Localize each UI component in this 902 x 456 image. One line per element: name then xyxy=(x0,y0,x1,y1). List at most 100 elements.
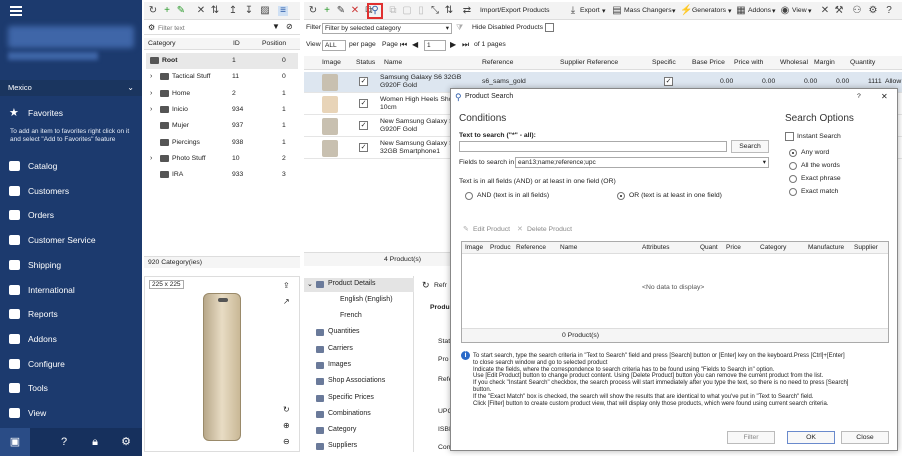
view-button[interactable]: View xyxy=(792,7,807,14)
generators-button[interactable]: Generators xyxy=(692,7,726,14)
move-up-icon[interactable]: ↥ xyxy=(228,6,238,16)
expand-arrow-icon[interactable]: › xyxy=(150,151,152,167)
col-price-with[interactable]: Price with xyxy=(734,59,763,66)
col-quantity[interactable]: Quantity xyxy=(850,59,875,66)
detail-item-french[interactable]: French xyxy=(340,312,362,319)
col-category[interactable]: Category xyxy=(148,40,176,47)
grid-col-name[interactable]: Name xyxy=(560,244,577,251)
status-checkbox[interactable]: ✓ xyxy=(359,99,368,108)
detail-item-carriers[interactable]: Carriers xyxy=(328,345,353,352)
image-icon[interactable]: ▨ xyxy=(260,6,270,16)
first-page-icon[interactable]: ⏮ xyxy=(400,40,407,50)
grid-col-image[interactable]: Image xyxy=(465,244,483,251)
rotate-icon[interactable]: ↻ xyxy=(283,405,290,414)
close-button[interactable]: Close xyxy=(841,431,889,444)
filter-icon[interactable]: ▼ xyxy=(272,22,280,31)
addons-button[interactable]: Addons xyxy=(748,7,771,14)
fields-to-search-select[interactable]: ean13;name;reference;upc ▾ xyxy=(515,157,769,168)
col-position[interactable]: Position xyxy=(262,40,286,47)
nav-item-customer-service[interactable]: Customer Service xyxy=(0,228,142,252)
upload-icon[interactable]: ⇪ xyxy=(283,281,290,290)
move-icon[interactable]: ⤡ xyxy=(430,6,440,16)
zoom-in-icon[interactable]: ⊕ xyxy=(283,421,290,430)
settings-gear-icon[interactable]: ⚙ xyxy=(120,436,132,448)
filter-clear-icon[interactable]: ⊘ xyxy=(286,22,293,31)
help-icon[interactable]: ? xyxy=(884,6,894,16)
delete-icon[interactable]: ✕ xyxy=(196,6,206,16)
refresh-icon[interactable]: ↻ xyxy=(422,280,430,291)
any-word-radio[interactable] xyxy=(789,149,797,157)
grid-col-attributes[interactable]: Attributes xyxy=(642,244,669,251)
delete-product-button[interactable]: Delete Product xyxy=(527,226,572,233)
paste-icon[interactable]: ▢ xyxy=(402,6,412,16)
and-radio[interactable] xyxy=(465,192,473,200)
delete-product-icon[interactable]: ✕ xyxy=(350,6,360,16)
instant-search-checkbox[interactable] xyxy=(785,132,794,141)
edit-icon[interactable]: ✎ xyxy=(176,6,186,16)
tools-icon[interactable]: ⚒ xyxy=(834,6,844,16)
nav-item-tools[interactable]: Tools xyxy=(0,376,142,400)
refresh-icon[interactable]: ↻ xyxy=(308,6,318,16)
duplicate-icon[interactable]: ⧉ xyxy=(388,6,398,16)
category-row[interactable]: Piercings 938 1 xyxy=(146,135,298,151)
move-down-icon[interactable]: ↧ xyxy=(244,6,254,16)
filter-settings-icon[interactable]: ⧩ xyxy=(456,23,463,33)
product-search-icon[interactable]: ⚲ xyxy=(370,6,380,16)
nav-item-view[interactable]: View xyxy=(0,401,142,425)
specific-checkbox[interactable]: ✓ xyxy=(664,77,673,86)
open-external-icon[interactable]: ↗ xyxy=(283,297,290,306)
category-row[interactable]: › Photo Stuff 10 2 xyxy=(146,151,298,167)
last-page-icon[interactable]: ⏭ xyxy=(462,40,469,50)
nav-item-addons[interactable]: Addons xyxy=(0,327,142,351)
filter-button[interactable]: Filter xyxy=(727,431,775,444)
add-product-icon[interactable]: + xyxy=(322,6,332,16)
nav-item-customers[interactable]: Customers xyxy=(0,179,142,203)
grid-col-produc[interactable]: Produc xyxy=(490,244,511,251)
close-tab-icon[interactable]: ✕ xyxy=(820,6,830,16)
import-export-button[interactable]: Import/Export Products xyxy=(480,7,550,14)
page-input[interactable]: 1 xyxy=(424,40,446,51)
nav-favorites[interactable]: ★ Favorites xyxy=(0,101,142,125)
nav-item-orders[interactable]: Orders xyxy=(0,203,142,227)
nav-item-reports[interactable]: Reports xyxy=(0,302,142,326)
collapse-arrow-icon[interactable]: ⌄ xyxy=(307,280,313,288)
ok-button[interactable]: OK xyxy=(787,431,835,444)
status-checkbox[interactable]: ✓ xyxy=(359,143,368,152)
hamburger-menu-icon[interactable] xyxy=(10,6,22,16)
grid-col-manufacture[interactable]: Manufacture xyxy=(808,244,844,251)
text-to-search-input[interactable] xyxy=(459,141,727,152)
all-words-radio[interactable] xyxy=(789,162,797,170)
category-row[interactable]: Root 1 0 xyxy=(146,53,298,69)
grid-col-category[interactable]: Category xyxy=(760,244,786,251)
or-radio[interactable] xyxy=(617,192,625,200)
col-supplier-reference[interactable]: Supplier Reference xyxy=(560,59,618,66)
col-specific[interactable]: Specific xyxy=(652,59,676,66)
detail-item-specific-prices[interactable]: Specific Prices xyxy=(328,394,374,401)
edit-product-button[interactable]: Edit Product xyxy=(473,226,510,233)
col-margin[interactable]: Margin xyxy=(814,59,835,66)
zoom-out-icon[interactable]: ⊖ xyxy=(283,437,290,446)
col-id[interactable]: ID xyxy=(233,40,240,47)
mass-changers-button[interactable]: Mass Changers xyxy=(624,7,672,14)
detail-item-quantities[interactable]: Quantities xyxy=(328,328,360,335)
col-name[interactable]: Name xyxy=(384,59,402,66)
nav-item-configure[interactable]: Configure xyxy=(0,352,142,376)
refresh-button[interactable]: Refr xyxy=(434,282,447,289)
category-row[interactable]: › Tactical Stuff 11 0 xyxy=(146,69,298,85)
col-status[interactable]: Status xyxy=(356,59,375,66)
dialog-close-icon[interactable]: ✕ xyxy=(881,92,888,101)
expand-arrow-icon[interactable]: › xyxy=(150,69,152,85)
detail-item-shop-associations[interactable]: Shop Associations xyxy=(328,377,385,384)
expand-arrow-icon[interactable]: › xyxy=(150,102,152,118)
category-filter-select[interactable]: Filter by selected category ▾ xyxy=(322,23,452,34)
settings-icon[interactable]: ⚙ xyxy=(868,6,878,16)
expand-arrow-icon[interactable]: › xyxy=(150,86,152,102)
exact-phrase-radio[interactable] xyxy=(789,175,797,183)
detail-item-suppliers[interactable]: Suppliers xyxy=(328,442,357,449)
category-row[interactable]: › Inicio 934 1 xyxy=(146,102,298,118)
edit-product-icon[interactable]: ✎ xyxy=(336,6,346,16)
store-home-button[interactable]: ▣ xyxy=(0,428,30,456)
grid-col-price[interactable]: Price xyxy=(726,244,741,251)
detail-item-category[interactable]: Category xyxy=(328,426,356,433)
nav-item-catalog[interactable]: Catalog xyxy=(0,154,142,178)
